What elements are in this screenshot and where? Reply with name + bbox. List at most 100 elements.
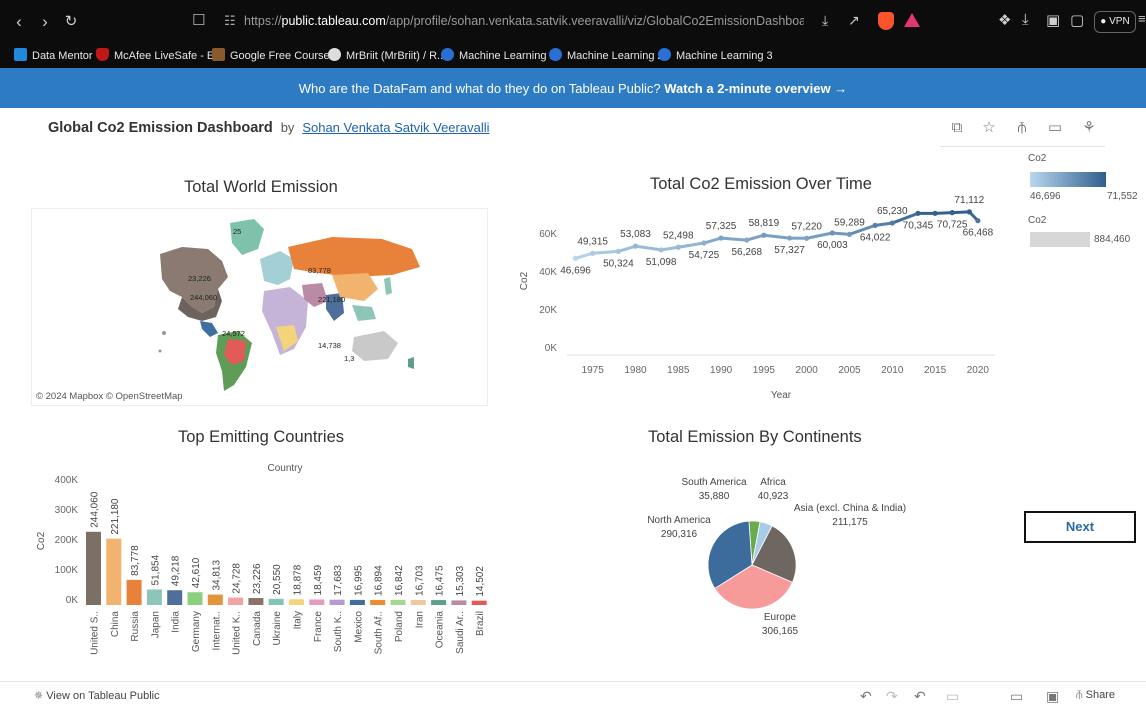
y-tick-label: 20K bbox=[539, 305, 557, 316]
bar[interactable] bbox=[349, 599, 365, 605]
downloads-icon[interactable]: ⤓ bbox=[1022, 11, 1029, 28]
bar[interactable] bbox=[471, 600, 487, 605]
bar[interactable] bbox=[207, 594, 223, 605]
bar[interactable] bbox=[390, 599, 406, 605]
author-link[interactable]: Sohan Venkata Satvik Veeravalli bbox=[302, 120, 489, 135]
line-segment[interactable] bbox=[719, 236, 749, 242]
data-label: 46,696 bbox=[560, 265, 591, 276]
line-chart[interactable]: 0K 20K 40K 60K Co2 1975 1980 1985 1990 1995 2000 20… bbox=[515, 195, 1005, 410]
line-point[interactable] bbox=[889, 220, 895, 226]
line-point[interactable] bbox=[590, 250, 596, 256]
line-point[interactable] bbox=[932, 210, 938, 216]
line-point[interactable] bbox=[804, 235, 810, 241]
line-point[interactable] bbox=[658, 247, 664, 253]
bookmark-item[interactable]: Machine Learning 1 bbox=[441, 48, 556, 62]
line-segment[interactable] bbox=[633, 244, 663, 252]
world-map[interactable]: 83,778 23,226 25 221,180 244,060 24,572 … bbox=[31, 208, 488, 406]
line-point[interactable] bbox=[915, 210, 921, 216]
back-icon[interactable]: ‹ bbox=[8, 10, 30, 34]
line-segment[interactable] bbox=[616, 244, 637, 253]
line-point[interactable] bbox=[975, 218, 981, 224]
bar-chart[interactable]: Country 0K 100K 200K 300K 400K Co2 244,060 Unite… bbox=[30, 455, 500, 675]
line-segment[interactable] bbox=[676, 241, 706, 249]
vpn-button[interactable]: ● VPN bbox=[1094, 11, 1136, 33]
redo-icon[interactable]: ↷ bbox=[886, 688, 898, 705]
download-icon[interactable]: ⤓ bbox=[822, 12, 828, 29]
bar[interactable] bbox=[431, 600, 447, 605]
next-button[interactable]: Next bbox=[1024, 511, 1136, 543]
sidebar-icon[interactable]: ▣ bbox=[1046, 11, 1060, 29]
banner-link[interactable]: Watch a 2-minute overview → bbox=[664, 81, 847, 96]
bar[interactable] bbox=[126, 579, 142, 605]
view-on-tableau-link[interactable]: ✵ View on Tableau Public bbox=[34, 689, 160, 702]
extensions-icon[interactable]: ❖ bbox=[998, 11, 1011, 29]
bar[interactable] bbox=[187, 592, 203, 605]
line-point[interactable] bbox=[632, 243, 639, 249]
fullscreen-icon[interactable]: ▣ bbox=[1046, 688, 1059, 705]
line-point[interactable] bbox=[949, 210, 955, 216]
bookmark-icon[interactable]: ☐ bbox=[192, 11, 205, 29]
line-point[interactable] bbox=[572, 255, 579, 261]
brave-shield-icon[interactable] bbox=[878, 12, 894, 30]
bookmark-item[interactable]: Machine Learning 3 bbox=[658, 48, 773, 62]
share-icon[interactable]: ⫚ bbox=[1013, 119, 1031, 137]
line-point[interactable] bbox=[846, 231, 853, 237]
address-bar[interactable]: ☐ ☷ https://public.tableau.com/app/profi… bbox=[188, 8, 948, 36]
brave-rewards-icon[interactable] bbox=[904, 13, 920, 27]
line-point[interactable] bbox=[872, 222, 878, 228]
line-segment[interactable] bbox=[574, 251, 595, 260]
bar[interactable] bbox=[228, 597, 244, 605]
line-point[interactable] bbox=[966, 209, 972, 215]
bar[interactable] bbox=[268, 598, 284, 605]
bookmark-item[interactable]: McAfee LiveSafe - E... bbox=[96, 48, 223, 62]
forward-icon[interactable]: › bbox=[34, 10, 56, 34]
bar-value-label: 17,683 bbox=[333, 565, 344, 596]
line-segment[interactable] bbox=[762, 233, 792, 240]
line-point[interactable] bbox=[615, 248, 621, 254]
bar[interactable] bbox=[86, 531, 101, 605]
bar[interactable] bbox=[410, 599, 426, 605]
line-segment[interactable] bbox=[702, 236, 723, 245]
site-info-icon[interactable]: ☷ bbox=[224, 13, 236, 29]
comments-toggle-icon[interactable]: ▭ bbox=[1010, 688, 1023, 705]
favorite-star-icon[interactable]: ☆ bbox=[980, 119, 998, 137]
share-button[interactable]: ⫚ Share bbox=[1076, 689, 1115, 702]
bookmark-item[interactable]: Data Mentor bbox=[14, 48, 93, 62]
comment-icon[interactable]: ▭ bbox=[1046, 119, 1064, 137]
bar[interactable] bbox=[451, 600, 467, 605]
bar[interactable] bbox=[289, 599, 304, 605]
line-segment[interactable] bbox=[591, 249, 620, 255]
line-segment[interactable] bbox=[745, 233, 766, 242]
line-point[interactable] bbox=[675, 244, 681, 250]
bar[interactable] bbox=[167, 590, 183, 605]
bar[interactable] bbox=[329, 599, 345, 605]
line-point[interactable] bbox=[701, 240, 707, 246]
badge-icon[interactable]: ⚘ bbox=[1080, 119, 1098, 137]
bookmark-item[interactable]: MrBriit (MrBriit) / R... bbox=[328, 48, 446, 62]
url-text[interactable]: https://public.tableau.com/app/profile/s… bbox=[244, 14, 804, 28]
line-point[interactable] bbox=[761, 232, 767, 238]
bar[interactable] bbox=[309, 599, 325, 605]
menu-icon[interactable]: ≡ bbox=[1138, 11, 1146, 26]
bar[interactable] bbox=[146, 589, 162, 605]
line-segment[interactable] bbox=[805, 231, 834, 240]
bookmark-item[interactable]: Google Free Course... bbox=[212, 48, 339, 62]
line-point[interactable] bbox=[786, 235, 793, 241]
copy-icon[interactable]: ⧉ bbox=[948, 119, 966, 137]
wallet-icon[interactable]: ▢ bbox=[1070, 11, 1084, 29]
promo-banner[interactable]: Who are the DataFam and what do they do … bbox=[0, 68, 1146, 108]
pause-updates-icon[interactable]: ▭ bbox=[946, 688, 959, 705]
line-point[interactable] bbox=[718, 235, 724, 241]
undo-icon[interactable]: ↶ bbox=[860, 688, 872, 705]
line-point[interactable] bbox=[744, 237, 750, 243]
bar[interactable] bbox=[248, 598, 264, 605]
line-point[interactable] bbox=[829, 230, 835, 236]
bookmark-item[interactable]: Machine Learning 2 bbox=[549, 48, 664, 62]
bar[interactable] bbox=[106, 538, 122, 605]
share-page-icon[interactable]: ↗ bbox=[848, 12, 860, 29]
revert-icon[interactable]: ↶ bbox=[914, 688, 926, 705]
reload-icon[interactable]: ↻ bbox=[60, 10, 82, 34]
map-canvas[interactable] bbox=[32, 209, 487, 405]
bar[interactable] bbox=[370, 599, 386, 605]
pie-chart[interactable]: South America 35,880 Africa 40,923 Asia (exc… bbox=[630, 455, 910, 655]
